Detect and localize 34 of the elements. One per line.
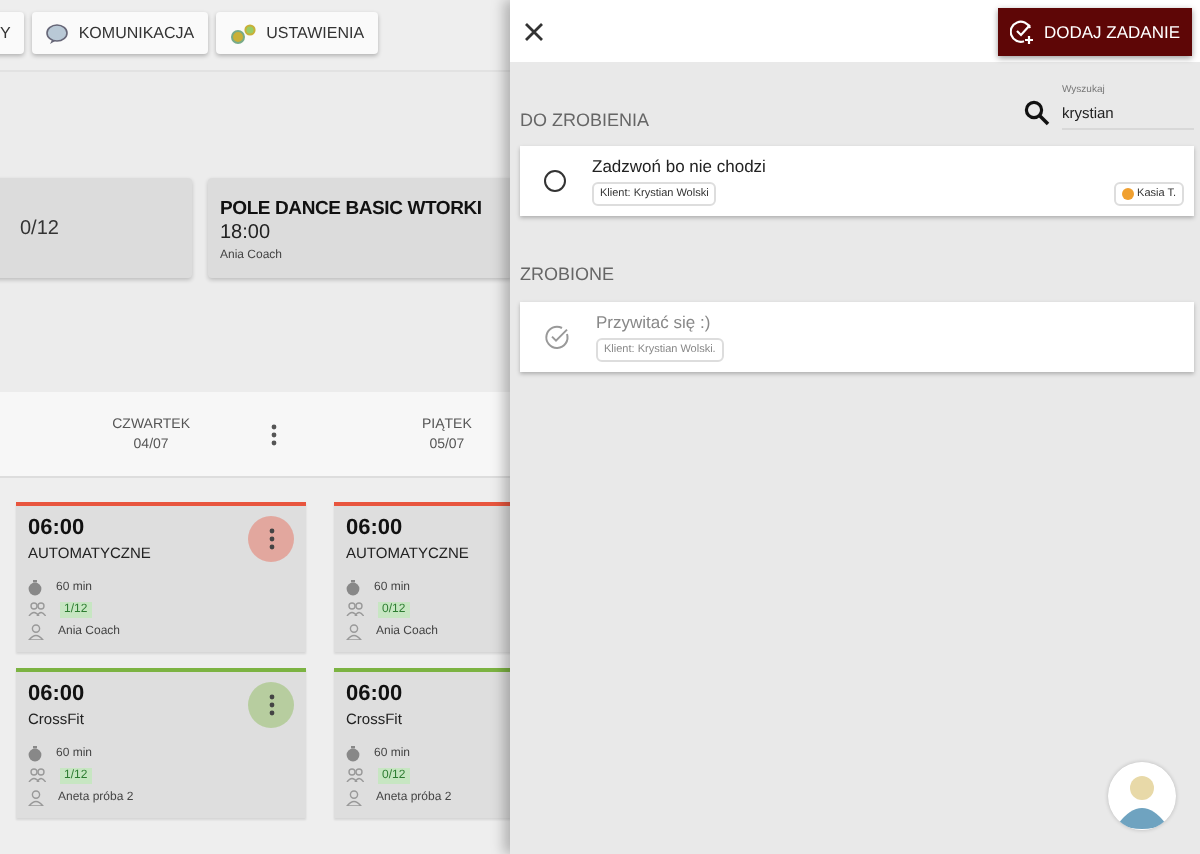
more-icon (267, 694, 275, 716)
check-circle-icon[interactable] (544, 324, 570, 350)
people-icon (346, 602, 364, 616)
people-icon (346, 768, 364, 782)
radio-circle[interactable] (544, 170, 566, 192)
speech-bubble-icon (46, 23, 69, 43)
class-card[interactable]: 0/12 (0, 178, 192, 278)
task-title: Przywitać się :) (596, 312, 711, 332)
section-title: DO ZROBIENIA (520, 110, 652, 130)
stopwatch-icon (28, 745, 42, 761)
more-icon (267, 528, 275, 550)
task-title: Zadzwoń bo nie chodzi (592, 156, 766, 176)
people-icon (28, 602, 46, 616)
section-title: ZROBIONE (520, 264, 617, 284)
person-icon (28, 789, 44, 805)
people-icon (28, 768, 46, 782)
add-task-button[interactable]: DODAJ ZADANIE (997, 7, 1192, 55)
gears-icon (230, 23, 257, 43)
more-button[interactable] (248, 682, 294, 728)
person-icon (346, 789, 362, 805)
more-button[interactable] (248, 516, 294, 562)
stopwatch-icon (346, 745, 360, 761)
search-icon[interactable] (1024, 100, 1050, 126)
nav-button[interactable]: USTAWIENIA (216, 12, 379, 54)
check-add-icon (1009, 19, 1034, 43)
nav-button[interactable]: Y (0, 12, 25, 54)
person-icon (346, 623, 362, 639)
more-icon[interactable] (270, 423, 278, 445)
stopwatch-icon (346, 579, 360, 595)
nav-button[interactable]: KOMUNIKACJA (32, 12, 209, 54)
person-icon (28, 623, 44, 639)
stopwatch-icon (28, 579, 42, 595)
avatar-icon[interactable] (1108, 762, 1176, 830)
close-icon[interactable] (524, 21, 544, 41)
